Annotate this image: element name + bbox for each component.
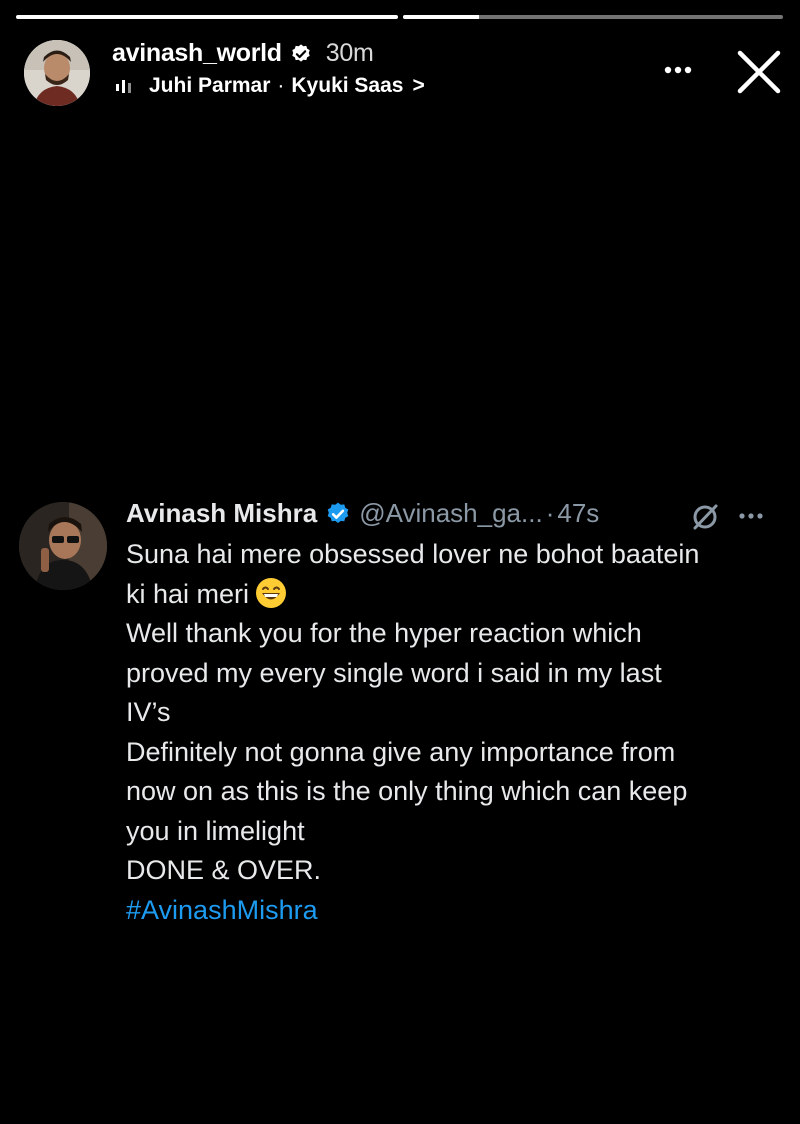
tweet-header: Avinash Mishra @Avinash_ga... · 47s [126,498,599,529]
tweet-line: Well thank you for the hyper reaction wh… [126,618,642,648]
more-horizontal-icon [739,513,763,519]
story-username[interactable]: avinash_world [112,39,282,68]
music-artist: Juhi Parmar [149,74,271,97]
chevron-right-icon: > [412,74,425,97]
music-attribution[interactable]: Juhi Parmar · Kyuki Saas > [115,74,425,98]
music-song: Kyuki Saas [291,74,404,97]
story-progress-bar-2 [403,15,783,19]
tweet-line: Suna hai mere obsessed lover ne bohot ba… [126,539,700,569]
story-progress-fill-1 [16,15,398,19]
more-horizontal-icon [664,66,692,74]
close-icon [737,50,781,94]
tweet-line-with-emoji: ki hai meri [126,575,786,615]
tweet-line: now on as this is the only thing which c… [126,776,688,806]
more-options-button[interactable] [658,55,698,85]
tweet-line: ki hai meri [126,578,250,609]
verified-badge-icon [327,502,349,523]
avatar-image [19,502,107,590]
audio-wave-icon [116,80,131,93]
tweet-more-button[interactable] [734,504,774,528]
story-user-row: avinash_world 30m [112,39,374,68]
tweet-age: 47s [557,498,600,528]
story-avatar[interactable] [24,40,90,106]
grinning-face-emoji [256,577,287,608]
tweet-line: IV’s [126,697,171,727]
grok-icon [693,504,718,530]
tweet-line: DONE & OVER. [126,855,322,885]
close-button[interactable] [733,46,785,98]
avatar-image [24,40,90,106]
grok-button[interactable] [690,502,720,532]
music-separator: · [277,74,285,97]
tweet-line: you in limelight [126,815,305,846]
tweet-header-separator: · [545,498,555,528]
story-progress-bar-1 [16,15,398,19]
tweet-line: Definitely not gonna give any importance… [126,736,676,767]
tweet-author-handle[interactable]: @Avinash_ga... [359,498,542,529]
tweet-author-name[interactable]: Avinash Mishra [126,498,317,529]
tweet-line: proved my every single word i said in my… [126,657,662,688]
tweet-hashtag-link[interactable]: #AvinashMishra [126,891,786,931]
tweet-text: Suna hai mere obsessed lover ne bohot ba… [126,535,786,930]
verified-badge-icon [292,43,310,62]
story-progress-fill-2 [403,15,479,19]
story-posted-ago: 30m [325,39,374,67]
tweet-avatar [19,502,107,590]
